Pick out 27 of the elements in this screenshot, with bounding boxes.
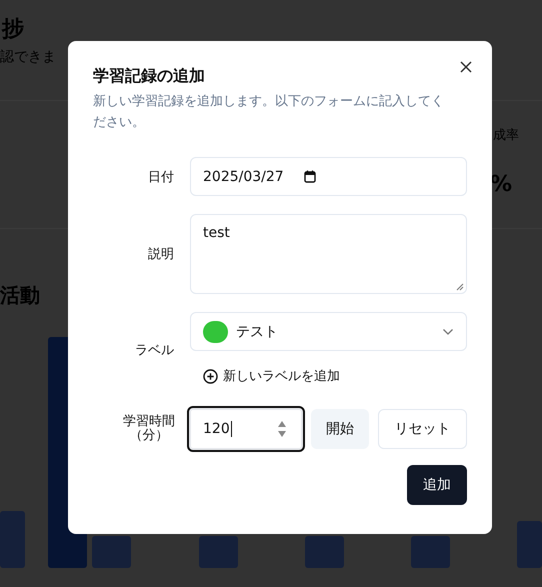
field-label: 説明 — [148, 246, 174, 263]
field-label: ラベル — [135, 342, 174, 359]
stat-value: % — [490, 172, 512, 197]
spinner-icon[interactable] — [276, 420, 287, 438]
start-button[interactable]: 開始 — [310, 408, 370, 448]
reset-button[interactable]: リセット — [378, 408, 467, 448]
chart-bar — [92, 536, 131, 568]
resize-grip-icon[interactable] — [456, 283, 464, 291]
chevron-down-icon — [442, 328, 454, 336]
dialog-title: 学習記録の追加 — [93, 66, 206, 87]
chart-bar — [199, 536, 238, 568]
date-field[interactable]: 2025/03/27 — [190, 157, 467, 196]
close-icon[interactable] — [460, 61, 472, 73]
chart-bar — [411, 536, 450, 568]
submit-button[interactable]: 追加 — [407, 464, 467, 504]
dialog-description: 新しい学習記録を追加します。以下のフォームに記入してください。 — [93, 93, 445, 132]
description-field[interactable]: test — [190, 214, 467, 294]
calendar-icon[interactable] — [304, 170, 316, 183]
label-select[interactable]: テスト — [190, 312, 467, 351]
add-label-link[interactable]: 新しいラベルを追加 — [203, 367, 340, 385]
plus-circle-icon — [203, 368, 218, 384]
chart-bar — [305, 536, 344, 568]
field-label: 日付 — [148, 168, 174, 186]
minutes-field[interactable]: 120 — [187, 406, 305, 452]
chart-bar — [0, 511, 25, 568]
field-label: 学習時間（分） — [122, 414, 176, 442]
chart-bar — [517, 521, 542, 568]
